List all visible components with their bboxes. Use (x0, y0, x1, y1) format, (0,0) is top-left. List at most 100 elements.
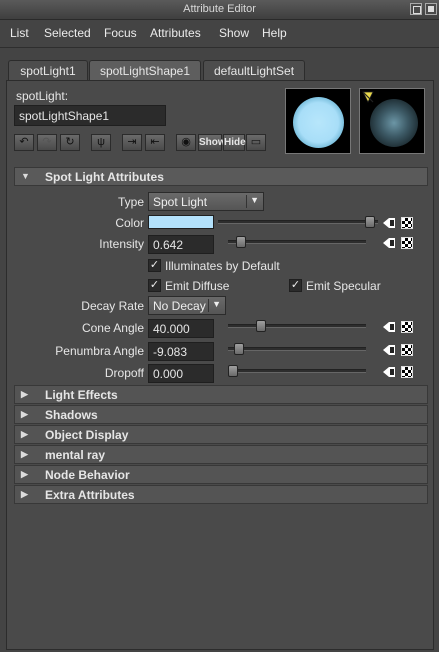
color-slider-thumb[interactable] (365, 216, 375, 228)
menu-selected[interactable]: Selected (44, 26, 91, 40)
type-label: Type (117, 195, 144, 209)
menu-bar: List Selected Focus Attributes Show Help (0, 22, 439, 44)
tab-spotlightshape1[interactable]: spotLightShape1 (89, 60, 201, 81)
restore-window-icon[interactable] (410, 3, 422, 15)
section-label: mental ray (45, 448, 106, 462)
expand-arrow-down-icon: ▼ (21, 171, 30, 181)
illuminates-checkbox[interactable]: ✓ (148, 259, 161, 272)
section-mental-ray[interactable]: ▶ mental ray (14, 445, 428, 464)
show-button[interactable]: Show (198, 134, 226, 151)
intensity-slider-thumb[interactable] (236, 236, 247, 248)
map-arrow-icon[interactable] (383, 237, 396, 249)
menu-separator (0, 47, 439, 48)
chevron-down-icon: ▼ (212, 299, 221, 309)
cone-angle-slider-thumb[interactable] (256, 320, 267, 332)
intensity-slider-track[interactable] (228, 240, 366, 244)
section-label: Node Behavior (45, 468, 130, 482)
lock-icon[interactable]: ψ (91, 134, 111, 151)
color-swatch[interactable] (148, 215, 214, 229)
tab-pane (6, 80, 434, 650)
light-swatch-preview[interactable] (285, 88, 351, 154)
color-slider-track[interactable] (218, 220, 378, 224)
expand-arrow-right-icon: ▶ (21, 409, 28, 419)
section-label: Shadows (45, 408, 98, 422)
section-light-effects[interactable]: ▶ Light Effects (14, 385, 428, 404)
type-value: Spot Light (153, 195, 208, 209)
input-connection-icon[interactable]: ⇥ (122, 134, 142, 151)
undo-icon[interactable]: ↶ (14, 134, 34, 151)
dropdown-separator (208, 299, 209, 312)
texture-map-icon[interactable] (401, 237, 413, 249)
section-label: Spot Light Attributes (45, 170, 164, 184)
intensity-field[interactable]: 0.642 (148, 235, 214, 254)
map-arrow-icon[interactable] (383, 344, 396, 356)
menu-attributes[interactable]: Attributes (150, 26, 201, 40)
type-dropdown[interactable]: Spot Light ▼ (148, 192, 264, 211)
penumbra-angle-field[interactable]: -9.083 (148, 342, 214, 361)
panel-layout-icon[interactable]: ▭ (246, 134, 266, 151)
redo-icon[interactable]: ↷ (37, 134, 57, 151)
section-label: Extra Attributes (45, 488, 135, 502)
section-label: Object Display (45, 428, 129, 442)
penumbra-angle-slider-thumb[interactable] (234, 343, 245, 355)
dropdown-separator (246, 195, 247, 208)
window-title: Attribute Editor (183, 3, 256, 15)
cone-angle-field[interactable]: 40.000 (148, 319, 214, 338)
emit-specular-label: Emit Specular (306, 279, 381, 293)
cone-angle-label: Cone Angle (81, 321, 144, 335)
record-icon[interactable]: ◉ (176, 134, 196, 151)
section-spot-light-attributes[interactable]: ▼ Spot Light Attributes (14, 167, 428, 186)
texture-map-icon[interactable] (401, 321, 413, 333)
menu-show[interactable]: Show (219, 26, 249, 40)
expand-arrow-right-icon: ▶ (21, 469, 28, 479)
refresh-icon[interactable]: ↻ (60, 134, 80, 151)
section-label: Light Effects (45, 388, 118, 402)
map-arrow-icon[interactable] (383, 366, 396, 378)
menu-focus[interactable]: Focus (104, 26, 137, 40)
penumbra-angle-slider-track[interactable] (228, 347, 366, 351)
section-shadows[interactable]: ▶ Shadows (14, 405, 428, 424)
section-object-display[interactable]: ▶ Object Display (14, 425, 428, 444)
texture-map-icon[interactable] (401, 366, 413, 378)
intensity-label: Intensity (99, 237, 144, 251)
section-node-behavior[interactable]: ▶ Node Behavior (14, 465, 428, 484)
light-cone-preview[interactable] (359, 88, 425, 154)
decay-rate-label: Decay Rate (81, 299, 144, 313)
dropoff-label: Dropoff (104, 366, 144, 380)
expand-arrow-right-icon: ▶ (21, 489, 28, 499)
emit-specular-checkbox[interactable]: ✓ (289, 279, 302, 292)
tab-defaultlightset[interactable]: defaultLightSet (203, 60, 305, 80)
node-type-label: spotLight: (16, 89, 69, 103)
texture-map-icon[interactable] (401, 217, 413, 229)
spotlight-icon (362, 91, 374, 103)
color-label: Color (115, 216, 144, 230)
cone-angle-slider-track[interactable] (228, 324, 366, 328)
penumbra-angle-label: Penumbra Angle (55, 344, 144, 358)
light-sphere-render (293, 97, 344, 148)
dropoff-field[interactable]: 0.000 (148, 364, 214, 383)
illuminates-label: Illuminates by Default (165, 259, 280, 273)
expand-arrow-right-icon: ▶ (21, 449, 28, 459)
dropoff-slider-thumb[interactable] (228, 365, 238, 377)
chevron-down-icon: ▼ (250, 195, 259, 205)
map-arrow-icon[interactable] (383, 321, 396, 333)
title-bar: Attribute Editor (0, 0, 439, 20)
output-connection-icon[interactable]: ⇤ (145, 134, 165, 151)
emit-diffuse-label: Emit Diffuse (165, 279, 230, 293)
tab-spotlight1[interactable]: spotLight1 (8, 60, 88, 80)
decay-rate-value: No Decay (153, 299, 206, 313)
light-cone-render (370, 99, 418, 147)
dropoff-slider-track[interactable] (228, 369, 366, 373)
decay-rate-dropdown[interactable]: No Decay ▼ (148, 296, 226, 315)
hide-button[interactable]: Hide (223, 134, 246, 151)
section-extra-attributes[interactable]: ▶ Extra Attributes (14, 485, 428, 504)
expand-arrow-right-icon: ▶ (21, 429, 28, 439)
map-arrow-icon[interactable] (383, 217, 396, 229)
expand-arrow-right-icon: ▶ (21, 389, 28, 399)
node-name-field[interactable]: spotLightShape1 (14, 105, 166, 126)
menu-list[interactable]: List (10, 26, 29, 40)
close-window-icon[interactable] (425, 3, 437, 15)
emit-diffuse-checkbox[interactable]: ✓ (148, 279, 161, 292)
menu-help[interactable]: Help (262, 26, 287, 40)
texture-map-icon[interactable] (401, 344, 413, 356)
